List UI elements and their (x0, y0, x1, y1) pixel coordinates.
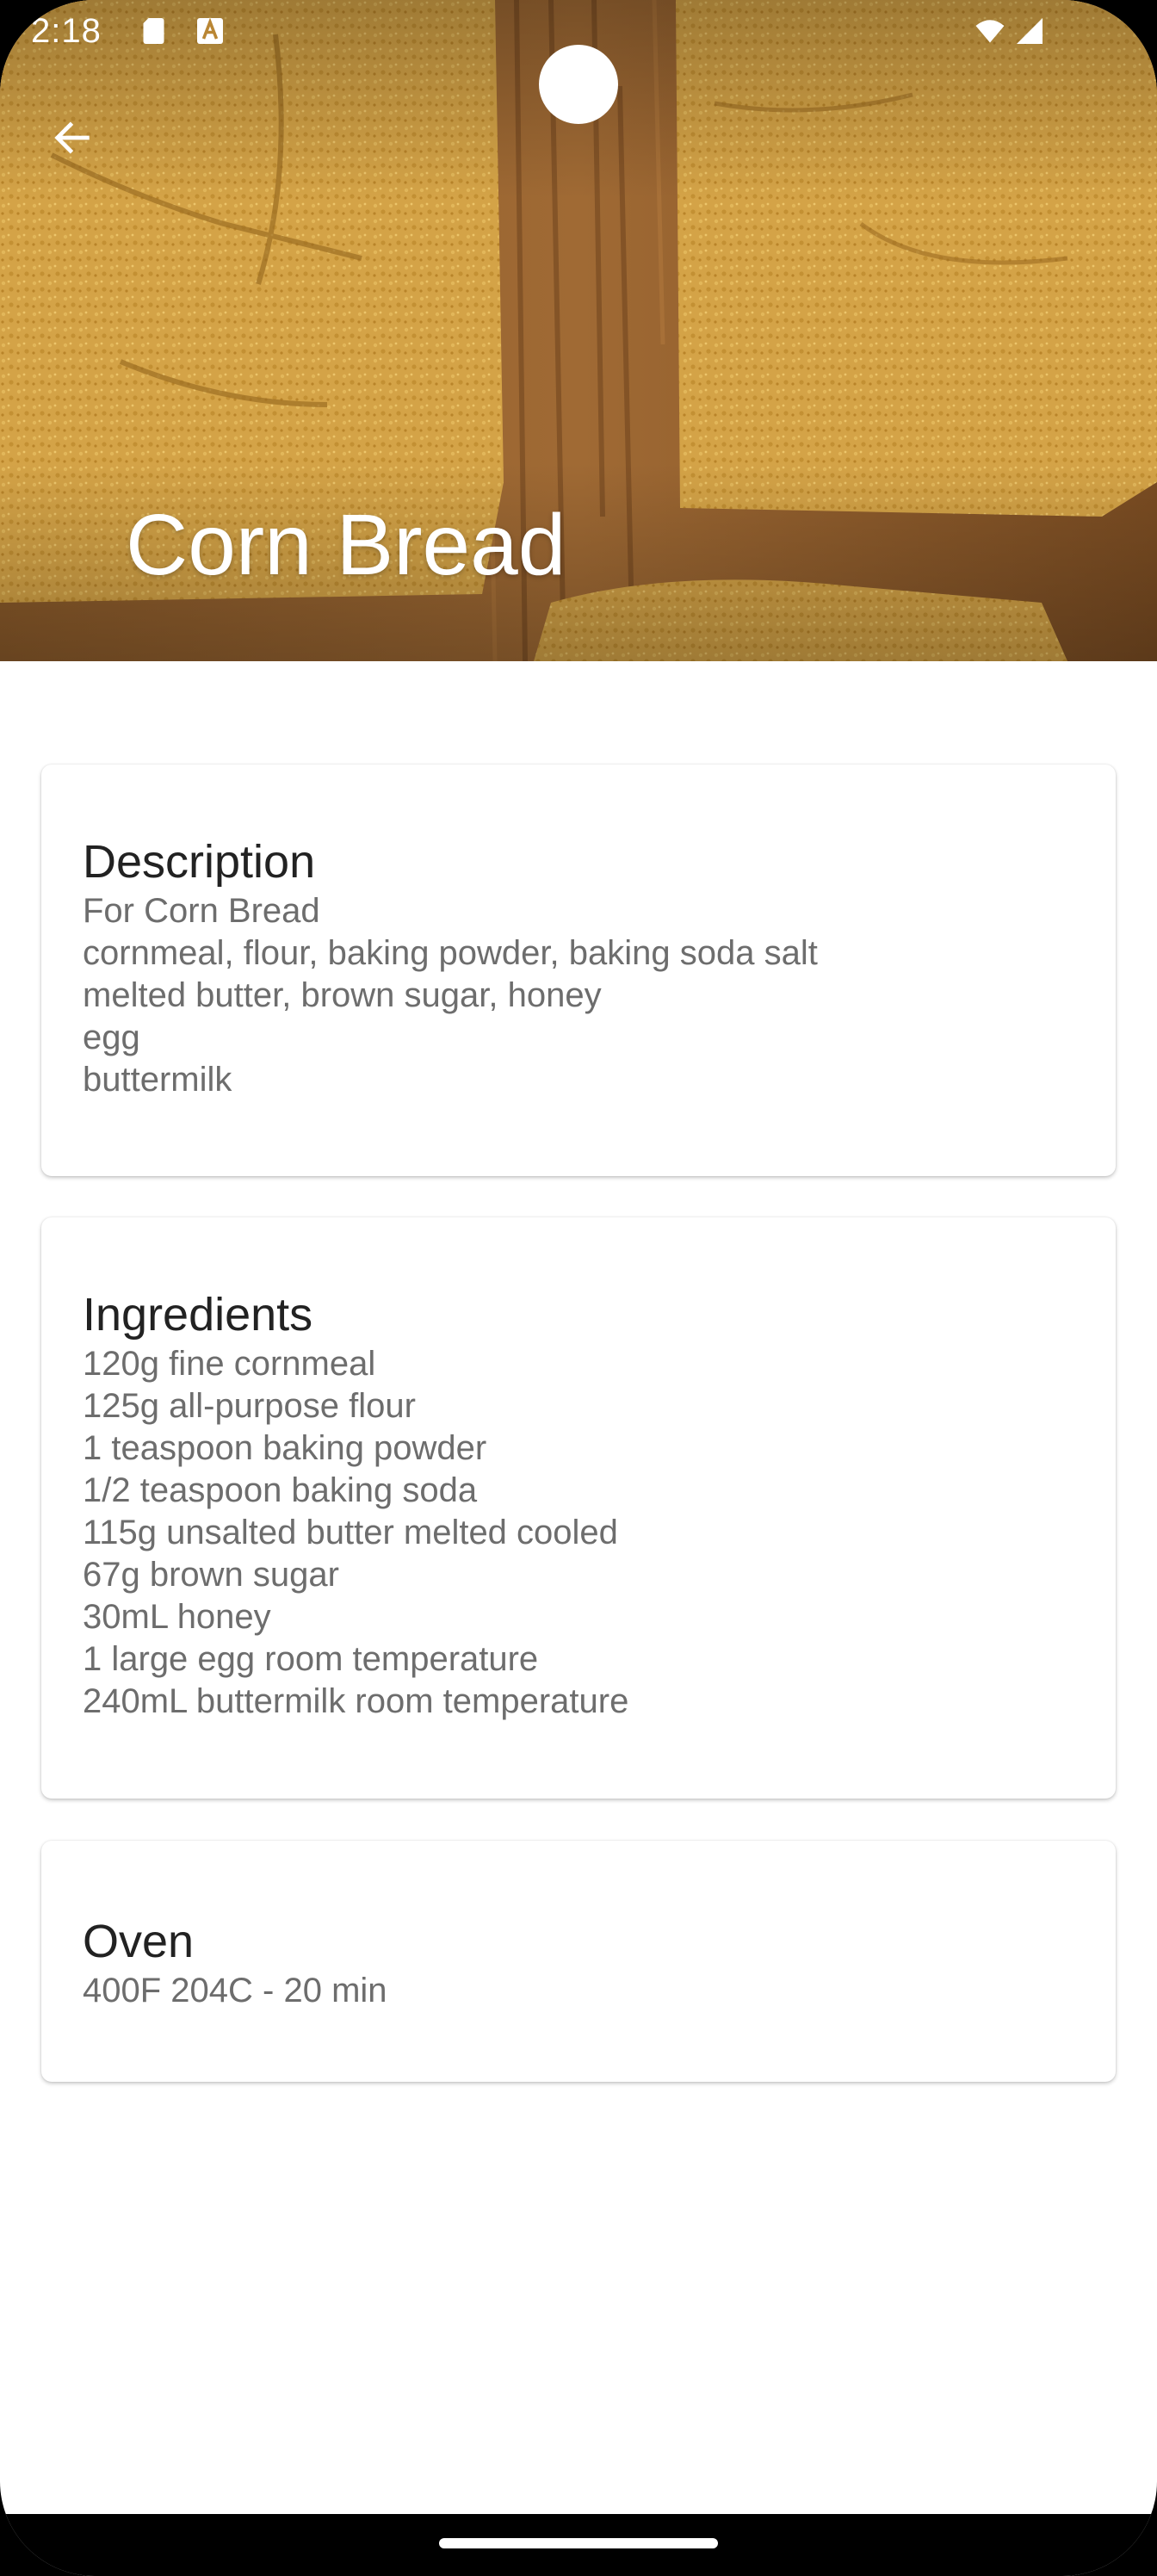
ingredients-title: Ingredients (83, 1289, 313, 1341)
status-time: 2:18 (31, 12, 102, 50)
oven-title: Oven (83, 1916, 195, 1967)
ingredient-item: 1/2 teaspoon baking soda (83, 1471, 478, 1509)
ingredient-item: 115g unsalted butter melted cooled (83, 1514, 618, 1551)
description-line: buttermilk (83, 1061, 232, 1099)
ingredient-item: 67g brown sugar (83, 1556, 339, 1594)
ingredient-item: 1 teaspoon baking powder (83, 1429, 487, 1467)
oven-line: 400F 204C - 20 min (83, 1972, 387, 2009)
back-button[interactable] (34, 100, 110, 176)
cell-signal-icon (1017, 18, 1043, 44)
ingredient-item: 125g all-purpose flour (83, 1387, 416, 1425)
ingredient-item: 30mL honey (83, 1598, 271, 1636)
description-line: melted butter, brown sugar, honey (83, 976, 602, 1014)
description-text: For Corn Bread cornmeal, flour, baking p… (83, 890, 1074, 1101)
wifi-icon (975, 20, 1005, 43)
ingredient-item: 1 large egg room temperature (83, 1640, 539, 1678)
a-notification-icon (197, 17, 223, 44)
ingredient-item: 120g fine cornmeal (83, 1345, 376, 1383)
ingredients-card: Ingredients 120g fine cornmeal 125g all-… (41, 1217, 1116, 1799)
description-line: For Corn Bread (83, 892, 320, 930)
ingredient-item: 240mL buttermilk room temperature (83, 1682, 629, 1720)
description-card: Description For Corn Bread cornmeal, flo… (41, 765, 1116, 1176)
home-indicator[interactable] (439, 2538, 718, 2548)
recipe-detail-screen: 2:18 Corn Bread Description For Corn Bre… (0, 0, 1157, 2576)
camera-cutout (539, 45, 618, 124)
hero-header: 2:18 Corn Bread (0, 0, 1157, 661)
oven-text: 400F 204C - 20 min (83, 1970, 1074, 2012)
recipe-title: Corn Bread (126, 497, 566, 593)
ingredients-list: 120g fine cornmeal 125g all-purpose flou… (83, 1343, 1074, 1723)
oven-card: Oven 400F 204C - 20 min (41, 1841, 1116, 2082)
description-title: Description (83, 836, 316, 888)
description-line: egg (83, 1019, 140, 1056)
arrow-left-icon (54, 121, 90, 154)
sd-card-icon (143, 18, 164, 44)
description-line: cornmeal, flour, baking powder, baking s… (83, 934, 818, 972)
